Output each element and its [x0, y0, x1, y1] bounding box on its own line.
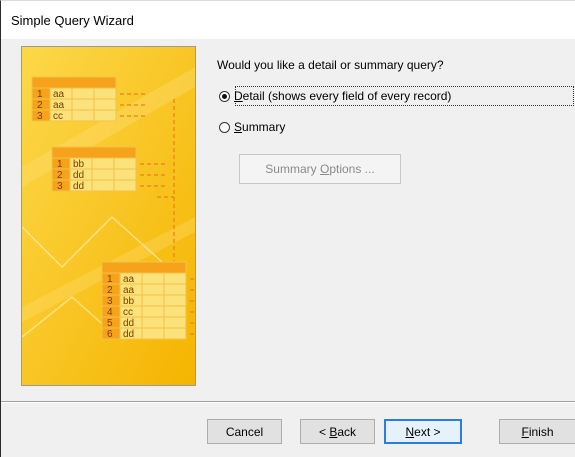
next-button[interactable]: Next >	[384, 419, 462, 444]
row-number-label: 2	[57, 170, 63, 181]
row-number-label: 1	[107, 274, 113, 285]
row-value-label: aa	[53, 100, 65, 111]
source-table-2: 1 bb 2 dd 3 dd	[51, 146, 137, 192]
row-value-label: dd	[73, 170, 84, 181]
row-number-label: 3	[37, 111, 43, 122]
row-value-label: aa	[123, 274, 135, 285]
summary-option-label[interactable]: Summary	[234, 120, 285, 134]
row-value-label: aa	[53, 89, 65, 100]
row-value-label: dd	[73, 181, 84, 192]
result-table: 1 aa 2 aa 3 bb 4 cc 5 dd 6 dd	[101, 261, 187, 340]
row-number-label: 2	[107, 285, 113, 296]
row-number-label: 3	[57, 181, 63, 192]
row-value-label: bb	[73, 159, 85, 170]
row-number-label: 1	[37, 89, 43, 100]
wizard-window: Simple Query Wizard 1 aa 2 aa 3 cc 1 bb 2 dd 3 dd 1 a…	[0, 0, 575, 457]
back-button[interactable]: < Back	[300, 419, 375, 444]
row-number-label: 4	[107, 307, 113, 318]
title-bar[interactable]: Simple Query Wizard	[1, 1, 575, 39]
detail-option-label[interactable]: Detail (shows every field of every recor…	[234, 89, 451, 103]
row-value-label: aa	[123, 285, 135, 296]
row-number-label: 1	[57, 159, 63, 170]
finish-button[interactable]: Finish	[499, 419, 575, 444]
summary-options-button[interactable]: Summary Options ...	[239, 154, 401, 184]
detail-radio[interactable]	[219, 90, 230, 102]
illustration-graphic: 1 aa 2 aa 3 cc 1 bb 2 dd 3 dd 1 aa 2 aa 3 bb 4 cc 5 dd 6 dd	[22, 47, 195, 385]
window-title: Simple Query Wizard	[11, 13, 134, 28]
summary-option[interactable]: Summary	[219, 118, 285, 136]
row-number-label: 5	[107, 318, 113, 329]
wizard-illustration: 1 aa 2 aa 3 cc 1 bb 2 dd 3 dd 1 aa 2 aa 3 bb 4 cc 5 dd 6 dd	[21, 46, 196, 386]
row-number-label: 2	[37, 100, 43, 111]
row-value-label: cc	[123, 307, 133, 318]
source-table-1: 1 aa 2 aa 3 cc	[31, 76, 117, 122]
row-value-label: dd	[123, 329, 134, 340]
row-value-label: cc	[53, 111, 63, 122]
detail-option[interactable]: Detail (shows every field of every recor…	[219, 87, 451, 105]
row-number-label: 6	[107, 329, 113, 340]
query-type-question: Would you like a detail or summary query…	[217, 58, 444, 72]
row-number-label: 3	[107, 296, 113, 307]
button-separator	[1, 401, 575, 403]
summary-radio[interactable]	[219, 121, 230, 133]
cancel-button[interactable]: Cancel	[207, 419, 282, 444]
row-value-label: bb	[123, 296, 135, 307]
row-value-label: dd	[123, 318, 134, 329]
